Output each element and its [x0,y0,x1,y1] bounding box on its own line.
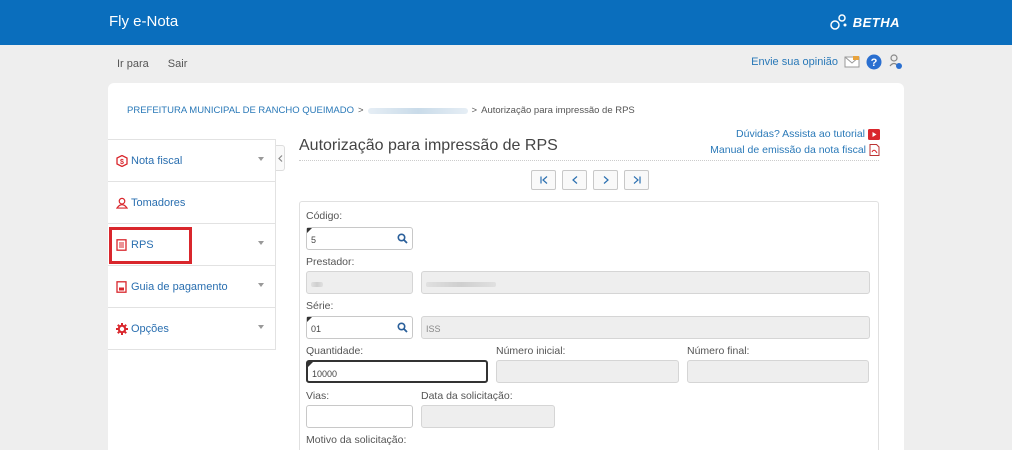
sidebar-item-label: Guia de pagamento [131,280,228,293]
last-record-button[interactable] [624,170,649,190]
serie-description: ISS [426,324,441,334]
serie-value: 01 [311,324,322,334]
exit-link[interactable]: Sair [168,58,188,70]
sidebar-item-label: Nota fiscal [131,154,183,167]
chevron-down-icon [258,283,264,287]
sidebar-item-label: Opções [131,322,169,335]
quantidade-value: 10000 [312,369,338,379]
quantidade-field[interactable]: 10000 [306,360,488,383]
top-right-actions: Envie sua opinião ? [751,54,904,70]
numero-final-label: Número final: [687,345,750,357]
data-solicitacao-field [421,405,555,428]
sub-nav: Ir para Sair [117,58,187,70]
chevron-down-icon [258,157,264,161]
numero-final-field [687,360,869,383]
goto-link[interactable]: Ir para [117,58,149,70]
prestador-label: Prestador: [306,256,355,268]
breadcrumb-separator: > [471,105,478,116]
codigo-field[interactable]: 5 [306,227,413,250]
vias-field[interactable] [306,405,413,428]
help-icon[interactable]: ? [866,54,882,70]
search-icon[interactable] [397,233,408,244]
redacted-text [311,282,323,288]
breadcrumb-redacted[interactable] [367,107,468,114]
chevron-down-icon [258,325,264,329]
required-marker [307,228,312,233]
main-panel: PREFEITURA MUNICIPAL DE RANCHO QUEIMADO … [108,83,904,450]
codigo-value: 5 [311,235,317,245]
invoice-icon: $ [116,154,128,167]
help-links: Dúvidas? Assista ao tutorial Manual de e… [710,126,880,158]
manual-link-label: Manual de emissão da nota fiscal [710,144,866,156]
last-icon [633,176,641,184]
video-play-icon [868,128,880,140]
record-pager [531,170,649,190]
sidebar: $ Nota fiscal Tomadores RPS Guia de paga… [108,139,276,350]
svg-text:?: ? [871,57,878,69]
sidebar-item-nota-fiscal[interactable]: $ Nota fiscal [108,140,275,182]
chevron-down-icon [258,241,264,245]
manual-link[interactable]: Manual de emissão da nota fiscal [710,142,880,158]
breadcrumb-separator: > [357,105,364,116]
previous-icon [571,176,577,184]
brand-name: BETHA [852,14,900,30]
required-marker [308,362,313,367]
serie-field[interactable]: 01 [306,316,413,339]
title-divider [299,160,879,161]
data-solicitacao-label: Data da solicitação: [421,390,513,402]
app-title[interactable]: Fly e-Nota [109,13,178,30]
codigo-label: Código: [306,210,343,222]
first-record-button[interactable] [531,170,556,190]
prestador-code-field [306,271,413,294]
previous-record-button[interactable] [562,170,587,190]
tutorial-link[interactable]: Dúvidas? Assista ao tutorial [710,126,880,142]
first-icon [539,176,547,184]
redacted-text [426,282,496,288]
user-icon[interactable] [888,54,904,70]
chevron-left-icon [277,154,282,162]
required-marker [307,317,312,322]
numero-inicial-label: Número inicial: [496,345,566,357]
gear-icon [116,322,128,335]
sidebar-item-tomadores[interactable]: Tomadores [108,182,275,224]
numero-inicial-field [496,360,679,383]
sidebar-collapse-button[interactable] [276,145,285,171]
page-title: Autorização para impressão de RPS [299,137,558,154]
sidebar-item-opcoes[interactable]: Opções [108,308,275,350]
sub-bar: Ir para Sair Envie sua opinião ? [0,45,1012,83]
person-icon [116,197,128,209]
rps-form: Código: 5 Prestador: Série: 01 ISS Quant… [299,201,879,450]
top-bar: Fly e-Nota BETHA [0,0,1012,45]
payment-slip-icon [116,280,128,293]
next-record-button[interactable] [593,170,618,190]
serie-description-field: ISS [421,316,870,339]
sidebar-item-guia-pagamento[interactable]: Guia de pagamento [108,266,275,308]
highlight-box [109,227,192,264]
svg-text:$: $ [120,159,124,166]
feedback-mail-icon[interactable] [844,54,860,70]
breadcrumb-home[interactable]: PREFEITURA MUNICIPAL DE RANCHO QUEIMADO [127,105,354,116]
quantidade-label: Quantidade: [306,345,364,357]
brand-icon [829,14,847,30]
serie-label: Série: [306,300,334,312]
breadcrumb-current: Autorização para impressão de RPS [481,105,635,116]
pdf-icon [869,144,880,156]
brand-logo: BETHA [829,13,900,31]
motivo-label: Motivo da solicitação: [306,434,407,446]
vias-label: Vias: [306,390,330,402]
feedback-link[interactable]: Envie sua opinião [751,56,838,68]
breadcrumb: PREFEITURA MUNICIPAL DE RANCHO QUEIMADO … [127,105,635,116]
tutorial-link-label: Dúvidas? Assista ao tutorial [736,128,865,140]
search-icon[interactable] [397,322,408,333]
sidebar-item-rps[interactable]: RPS [108,224,275,266]
next-icon [603,176,609,184]
prestador-name-field [421,271,870,294]
sidebar-item-label: Tomadores [131,196,186,209]
